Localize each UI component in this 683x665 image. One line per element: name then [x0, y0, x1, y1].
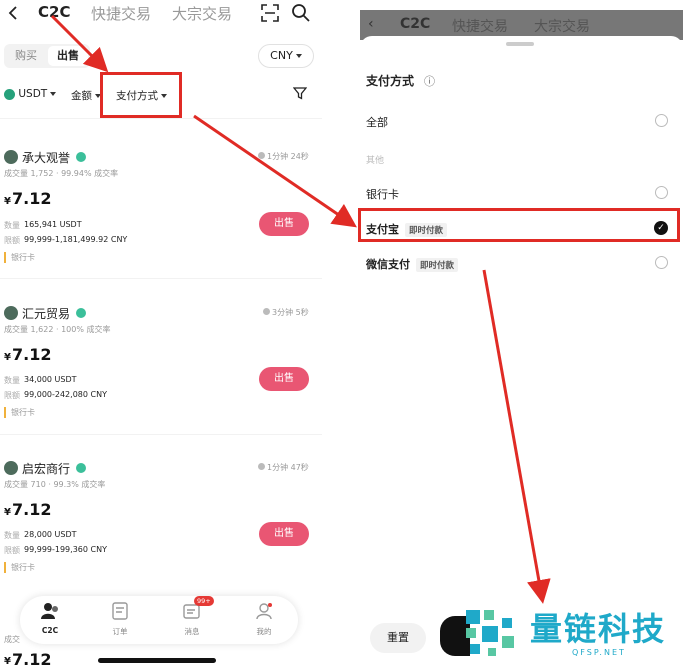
arrow-to-alipay-option — [193, 114, 357, 228]
annotation-arrows — [50, 14, 551, 604]
watermark-subtext: QFSP.NET — [572, 648, 626, 657]
watermark-text: 量链科技 — [530, 610, 667, 648]
logo-icon — [466, 610, 514, 656]
arrow-to-confirm — [482, 269, 551, 604]
watermark: 量链科技 QFSP.NET — [462, 604, 682, 662]
arrow-to-payment-filter — [50, 14, 109, 73]
